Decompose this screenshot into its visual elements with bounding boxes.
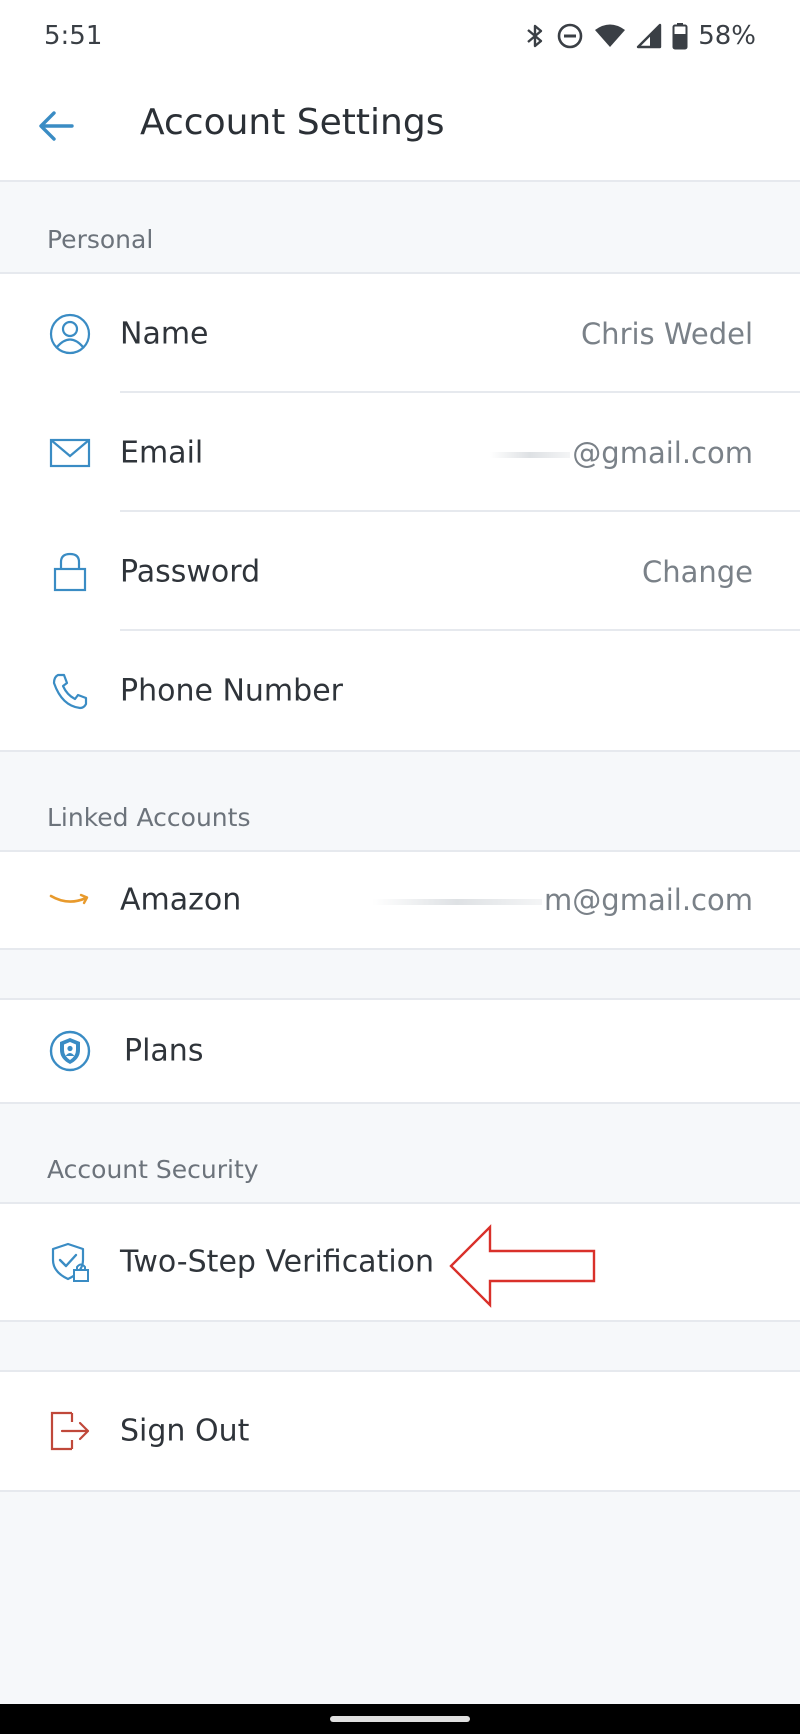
app-bar: Account Settings bbox=[0, 72, 800, 182]
cellular-icon bbox=[637, 23, 662, 49]
section-header-personal: Personal bbox=[0, 182, 800, 274]
name-row[interactable]: Name Chris Wedel bbox=[0, 274, 800, 393]
redacted-text bbox=[490, 451, 571, 458]
section-title-account-security: Account Security bbox=[47, 1155, 259, 1184]
lock-icon bbox=[46, 548, 94, 596]
sign-out-label: Sign Out bbox=[120, 1413, 250, 1449]
home-indicator[interactable] bbox=[330, 1716, 470, 1722]
status-bar: 5:51 58% bbox=[0, 0, 800, 72]
password-label: Password bbox=[120, 554, 261, 589]
status-icons: 58% bbox=[524, 21, 756, 51]
amazon-value: m@gmail.com bbox=[544, 883, 753, 917]
phone-number-label: Phone Number bbox=[120, 673, 343, 708]
plans-label: Plans bbox=[124, 1033, 204, 1069]
name-label: Name bbox=[120, 316, 209, 351]
envelope-icon bbox=[46, 429, 94, 477]
amazon-smile-icon bbox=[46, 876, 94, 924]
sign-out-row[interactable]: Sign Out bbox=[0, 1372, 800, 1490]
annotation-arrow bbox=[449, 1224, 596, 1308]
password-change-link[interactable]: Change bbox=[642, 555, 753, 589]
page-title: Account Settings bbox=[140, 102, 445, 143]
wifi-icon bbox=[595, 24, 626, 47]
personal-group: Name Chris Wedel Email @gmail.com Passwo… bbox=[0, 274, 800, 752]
account-security-group: Two-Step Verification bbox=[0, 1204, 800, 1322]
battery-percentage: 58% bbox=[698, 21, 756, 51]
person-icon bbox=[46, 310, 94, 358]
email-label: Email bbox=[120, 435, 204, 470]
arrow-left-icon bbox=[39, 111, 74, 141]
sign-out-group: Sign Out bbox=[0, 1370, 800, 1492]
sign-out-icon bbox=[46, 1407, 94, 1455]
shield-badge-icon bbox=[46, 1027, 94, 1075]
bluetooth-icon bbox=[527, 24, 543, 48]
status-time: 5:51 bbox=[44, 21, 103, 51]
phone-icon bbox=[46, 667, 94, 715]
shield-lock-icon bbox=[46, 1238, 94, 1286]
redacted-text bbox=[372, 899, 543, 905]
amazon-value-wrap: m@gmail.com bbox=[372, 883, 753, 917]
linked-accounts-group: Amazon m@gmail.com bbox=[0, 852, 800, 950]
email-value: @gmail.com bbox=[572, 435, 753, 470]
section-title-personal: Personal bbox=[47, 225, 154, 254]
do-not-disturb-icon bbox=[557, 23, 583, 49]
amazon-row[interactable]: Amazon m@gmail.com bbox=[0, 852, 800, 948]
section-title-linked-accounts: Linked Accounts bbox=[47, 803, 251, 832]
plans-group: Plans bbox=[0, 998, 800, 1104]
name-value: Chris Wedel bbox=[580, 316, 753, 351]
password-row[interactable]: Password Change bbox=[0, 512, 800, 631]
two-step-verification-row[interactable]: Two-Step Verification bbox=[0, 1204, 800, 1320]
back-button[interactable] bbox=[24, 94, 88, 158]
section-header-linked-accounts: Linked Accounts bbox=[0, 752, 800, 852]
section-header-account-security: Account Security bbox=[0, 1102, 800, 1204]
navigation-bar bbox=[0, 1704, 800, 1734]
plans-row[interactable]: Plans bbox=[0, 1000, 800, 1102]
phone-number-row[interactable]: Phone Number bbox=[0, 631, 800, 750]
battery-icon bbox=[672, 23, 688, 50]
email-value-wrap: @gmail.com bbox=[490, 436, 753, 470]
amazon-label: Amazon bbox=[120, 882, 242, 918]
two-step-verification-label: Two-Step Verification bbox=[120, 1244, 435, 1280]
email-row[interactable]: Email @gmail.com bbox=[0, 393, 800, 512]
